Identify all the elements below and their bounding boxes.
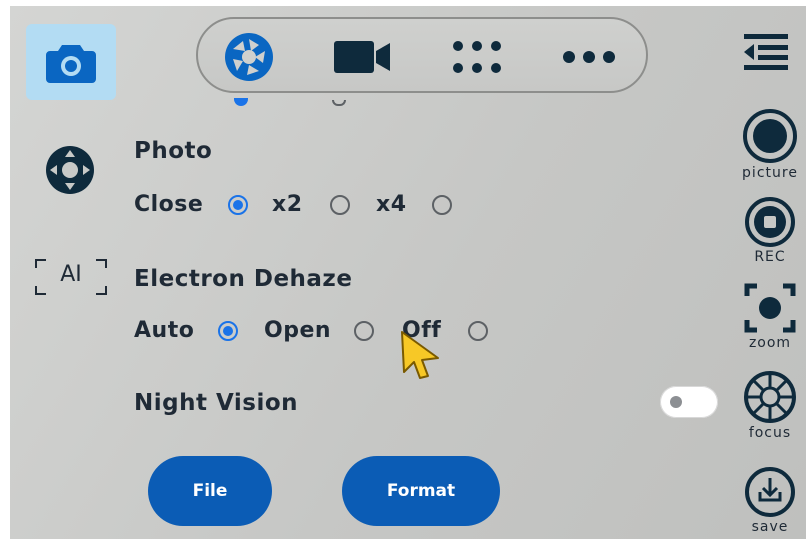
- pointer-cursor-icon: [401, 331, 439, 379]
- scrolled-radio-fragment: [234, 98, 248, 106]
- more-dots-icon: [563, 51, 615, 63]
- photo-option-close-label: Close: [134, 192, 204, 217]
- zoom-focus-icon: [744, 283, 796, 333]
- photo-label: Photo: [134, 138, 213, 164]
- photo-option-close-radio[interactable]: [228, 195, 248, 215]
- mode-bar: [196, 17, 648, 93]
- file-button[interactable]: File: [148, 456, 272, 526]
- picture-label: picture: [742, 165, 798, 181]
- dehaze-option-open-label: Open: [264, 318, 332, 343]
- format-button[interactable]: Format: [342, 456, 500, 526]
- dehaze-option-off-radio[interactable]: [468, 321, 488, 341]
- save-label: save: [751, 519, 789, 535]
- zoom-label: zoom: [748, 335, 792, 351]
- shutter-icon: [743, 109, 797, 163]
- photo-option-x4-radio[interactable]: [432, 195, 452, 215]
- focus-label: focus: [748, 425, 792, 441]
- dpad-icon: [46, 146, 94, 194]
- camera-settings-screen: AI Photo Close x2 x4 Electron Dehaze Aut…: [10, 6, 806, 539]
- dehaze-option-open-radio[interactable]: [354, 321, 374, 341]
- dehaze-option-auto-radio[interactable]: [218, 321, 238, 341]
- grid-dots-icon: [453, 41, 501, 73]
- video-camera-icon: [334, 41, 390, 73]
- dehaze-label: Electron Dehaze: [134, 266, 353, 292]
- photo-option-x2-label: x2: [272, 192, 303, 217]
- rec-label: REC: [754, 249, 786, 265]
- mouse-cursor: [398, 328, 442, 380]
- more-button[interactable]: [560, 37, 618, 77]
- photo-mode-button[interactable]: [220, 33, 278, 81]
- save-download-icon: [745, 467, 795, 517]
- aperture-icon: [225, 33, 273, 81]
- record-button[interactable]: REC: [734, 196, 806, 265]
- toggle-knob: [670, 396, 682, 408]
- ai-label: AI: [60, 262, 82, 287]
- picture-button[interactable]: picture: [734, 108, 806, 181]
- focus-wheel-icon: [744, 371, 796, 423]
- scrolled-radio-fragment: [332, 100, 346, 106]
- night-vision-label: Night Vision: [134, 390, 299, 416]
- camera-icon: [46, 45, 96, 83]
- photo-option-x2-radio[interactable]: [330, 195, 350, 215]
- menu-collapse-icon: [744, 34, 788, 70]
- video-mode-button[interactable]: [334, 37, 392, 77]
- menu-button[interactable]: [742, 32, 792, 72]
- ai-button[interactable]: AI: [34, 256, 108, 298]
- dehaze-option-auto-label: Auto: [134, 318, 195, 343]
- dpad-button[interactable]: [44, 144, 96, 196]
- focus-button[interactable]: focus: [734, 370, 806, 441]
- stop-record-icon: [745, 197, 795, 247]
- save-button[interactable]: save: [734, 466, 806, 535]
- camera-mode-button[interactable]: [26, 24, 116, 100]
- photo-option-x4-label: x4: [376, 192, 407, 217]
- night-vision-toggle[interactable]: [660, 386, 718, 418]
- zoom-button[interactable]: zoom: [734, 282, 806, 351]
- grid-mode-button[interactable]: [448, 37, 506, 77]
